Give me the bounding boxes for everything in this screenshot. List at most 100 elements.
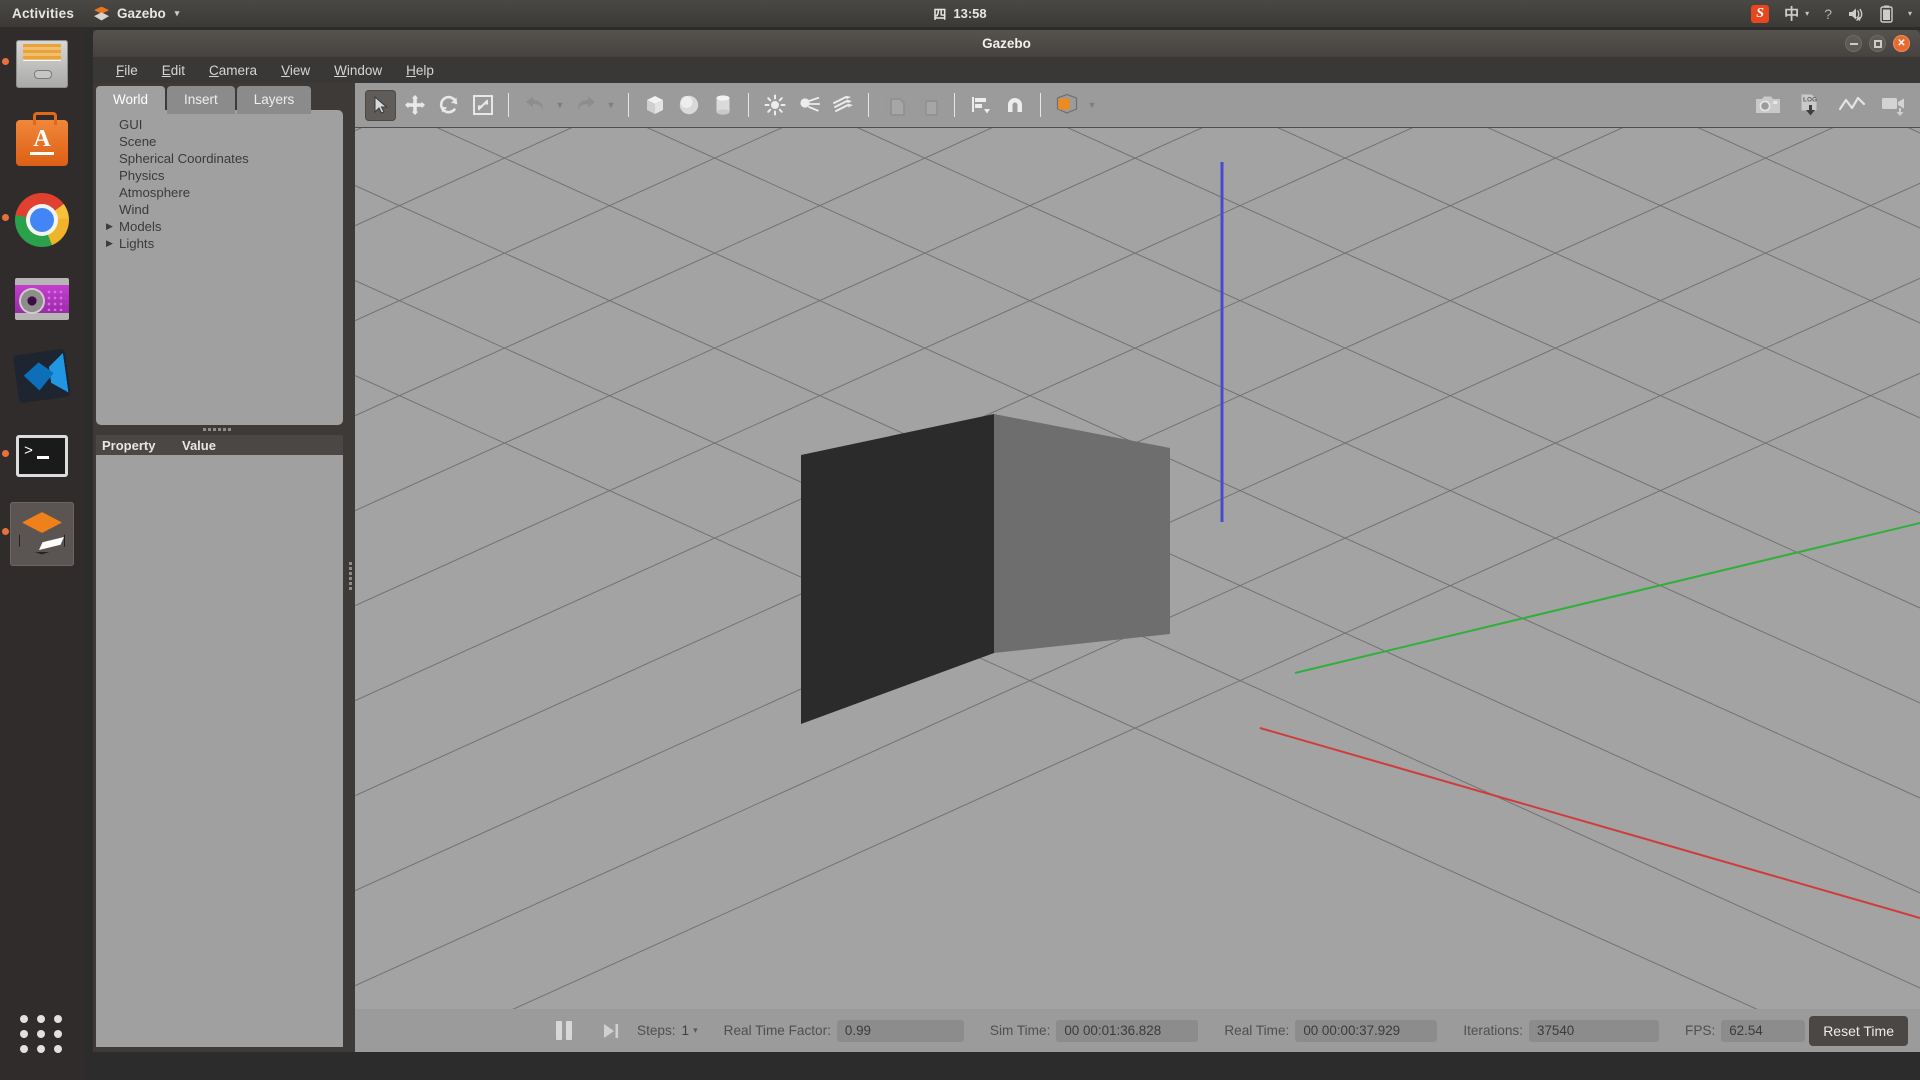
sogou-ime-icon[interactable]: S bbox=[1751, 4, 1770, 23]
expand-arrow-icon[interactable]: ▶ bbox=[106, 221, 119, 232]
view-angle-chevron-icon[interactable]: ▼ bbox=[1085, 90, 1099, 121]
chevron-down-icon: ▾ bbox=[1805, 9, 1810, 18]
tab-insert[interactable]: Insert bbox=[167, 86, 235, 114]
clock[interactable]: 四 13:58 bbox=[933, 4, 986, 23]
menu-window[interactable]: Window bbox=[322, 59, 394, 82]
world-tree: GUI Scene Spherical Coordinates Physics … bbox=[96, 110, 343, 425]
minimize-button[interactable] bbox=[1845, 35, 1862, 52]
gazebo-icon bbox=[15, 510, 69, 558]
activities-button[interactable]: Activities bbox=[0, 6, 85, 21]
show-applications-button[interactable] bbox=[20, 1012, 64, 1056]
spot-light-button[interactable] bbox=[793, 90, 824, 121]
paste-button[interactable] bbox=[913, 90, 944, 121]
column-header-value[interactable]: Value bbox=[182, 438, 216, 453]
battery-icon[interactable] bbox=[1880, 5, 1893, 23]
rotate-tool[interactable] bbox=[433, 90, 464, 121]
log-button[interactable]: LOG bbox=[1796, 91, 1824, 119]
point-light-button[interactable] bbox=[759, 90, 790, 121]
reset-time-button[interactable]: Reset Time bbox=[1809, 1015, 1908, 1046]
sim-time-value: 00 00:01:36.828 bbox=[1056, 1019, 1199, 1042]
scale-tool[interactable] bbox=[467, 90, 498, 121]
panel-resize-grip[interactable] bbox=[203, 428, 231, 431]
menu-edit[interactable]: Edit bbox=[150, 59, 197, 82]
toolbar-right-group: LOG bbox=[1754, 83, 1908, 127]
clock-day: 四 bbox=[933, 7, 947, 22]
running-indicator-dot bbox=[2, 58, 9, 65]
unity-launcher: A > bbox=[0, 27, 85, 1080]
cylinder-button[interactable] bbox=[707, 90, 738, 121]
align-button[interactable] bbox=[965, 90, 996, 121]
menu-file[interactable]: File bbox=[104, 59, 150, 82]
gazebo-window: Gazebo ✕ File Edit Camera View Window He… bbox=[93, 30, 1920, 1052]
launcher-item-files[interactable] bbox=[2, 32, 74, 96]
volume-muted-icon[interactable] bbox=[1847, 6, 1865, 22]
menu-view[interactable]: View bbox=[269, 59, 322, 82]
steps-chevron-icon[interactable]: ▾ bbox=[693, 1025, 698, 1036]
launcher-item-cheese-webcam[interactable] bbox=[10, 266, 74, 330]
window-controls: ✕ bbox=[1845, 35, 1910, 52]
pause-button[interactable] bbox=[551, 1019, 577, 1043]
steps-value[interactable]: 1 bbox=[682, 1023, 690, 1038]
sphere-button[interactable] bbox=[673, 90, 704, 121]
redo-button[interactable] bbox=[570, 90, 601, 121]
window-title: Gazebo bbox=[982, 36, 1031, 51]
vscode-icon bbox=[12, 348, 72, 404]
toolbar-separator bbox=[628, 93, 629, 117]
app-menu-gazebo[interactable]: Gazebo ▾ bbox=[85, 6, 187, 22]
record-video-button[interactable] bbox=[1880, 91, 1908, 119]
screenshot-button[interactable] bbox=[1754, 91, 1782, 119]
view-angle-button[interactable] bbox=[1051, 90, 1082, 121]
undo-button[interactable] bbox=[519, 90, 550, 121]
toolbar-separator bbox=[868, 93, 869, 117]
left-panel-tabs: World Insert Layers bbox=[96, 86, 312, 114]
directional-light-button[interactable] bbox=[827, 90, 858, 121]
menu-camera[interactable]: Camera bbox=[197, 59, 269, 82]
step-button[interactable] bbox=[599, 1019, 623, 1043]
tree-item-scene[interactable]: Scene bbox=[96, 133, 343, 150]
redo-history-chevron-icon[interactable]: ▼ bbox=[604, 90, 618, 121]
main-area: World Insert Layers GUI Scene Spherical … bbox=[93, 83, 1920, 1052]
tree-item-gui[interactable]: GUI bbox=[96, 116, 343, 133]
select-tool[interactable] bbox=[365, 89, 396, 121]
plot-button[interactable] bbox=[1838, 91, 1866, 119]
box-face-right bbox=[994, 414, 1170, 653]
sim-time-label: Sim Time: bbox=[989, 1023, 1051, 1038]
app-menu-label: Gazebo bbox=[117, 6, 166, 21]
launcher-item-gazebo[interactable] bbox=[2, 502, 74, 566]
tab-world[interactable]: World bbox=[96, 86, 166, 114]
menu-help[interactable]: Help bbox=[394, 59, 446, 82]
tree-item-physics[interactable]: Physics bbox=[96, 167, 343, 184]
column-header-property[interactable]: Property bbox=[96, 438, 182, 453]
launcher-item-terminal[interactable]: > bbox=[2, 424, 74, 488]
maximize-button[interactable] bbox=[1869, 35, 1886, 52]
launcher-item-google-chrome[interactable] bbox=[2, 188, 74, 252]
copy-button[interactable] bbox=[879, 90, 910, 121]
panel-splitter[interactable] bbox=[346, 83, 355, 1052]
3d-viewport[interactable] bbox=[355, 127, 1920, 1009]
tree-item-atmosphere[interactable]: Atmosphere bbox=[96, 184, 343, 201]
tree-item-wind[interactable]: Wind bbox=[96, 201, 343, 218]
splitter-handle[interactable] bbox=[349, 562, 352, 590]
box-button[interactable] bbox=[639, 90, 670, 121]
running-indicator-dot bbox=[2, 528, 9, 535]
gnome-top-bar: Activities Gazebo ▾ 四 13:58 S 中 ▾ ? ▾ bbox=[0, 0, 1920, 27]
toolbar-separator bbox=[954, 93, 955, 117]
real-time-value: 00 00:00:37.929 bbox=[1295, 1019, 1438, 1042]
tab-layers[interactable]: Layers bbox=[236, 86, 312, 114]
scene-render[interactable] bbox=[355, 128, 1920, 1009]
translate-tool[interactable] bbox=[399, 90, 430, 121]
launcher-item-vscode[interactable] bbox=[10, 344, 74, 408]
undo-history-chevron-icon[interactable]: ▼ bbox=[553, 90, 567, 121]
tree-item-lights[interactable]: ▶ Lights bbox=[96, 235, 343, 252]
tree-item-models[interactable]: ▶ Models bbox=[96, 218, 343, 235]
expand-arrow-icon[interactable]: ▶ bbox=[106, 238, 119, 249]
snap-button[interactable] bbox=[999, 90, 1030, 121]
iterations-value: 37540 bbox=[1529, 1019, 1660, 1042]
close-button[interactable]: ✕ bbox=[1893, 35, 1910, 52]
main-toolbar: ▼ ▼ ▼ LOG bbox=[355, 83, 1920, 127]
svg-text:LOG: LOG bbox=[1803, 97, 1817, 104]
input-method-indicator[interactable]: 中 bbox=[1784, 3, 1799, 24]
launcher-item-ubuntu-software[interactable]: A bbox=[10, 110, 74, 174]
tree-item-spherical-coordinates[interactable]: Spherical Coordinates bbox=[96, 150, 343, 167]
help-icon[interactable]: ? bbox=[1824, 6, 1832, 22]
